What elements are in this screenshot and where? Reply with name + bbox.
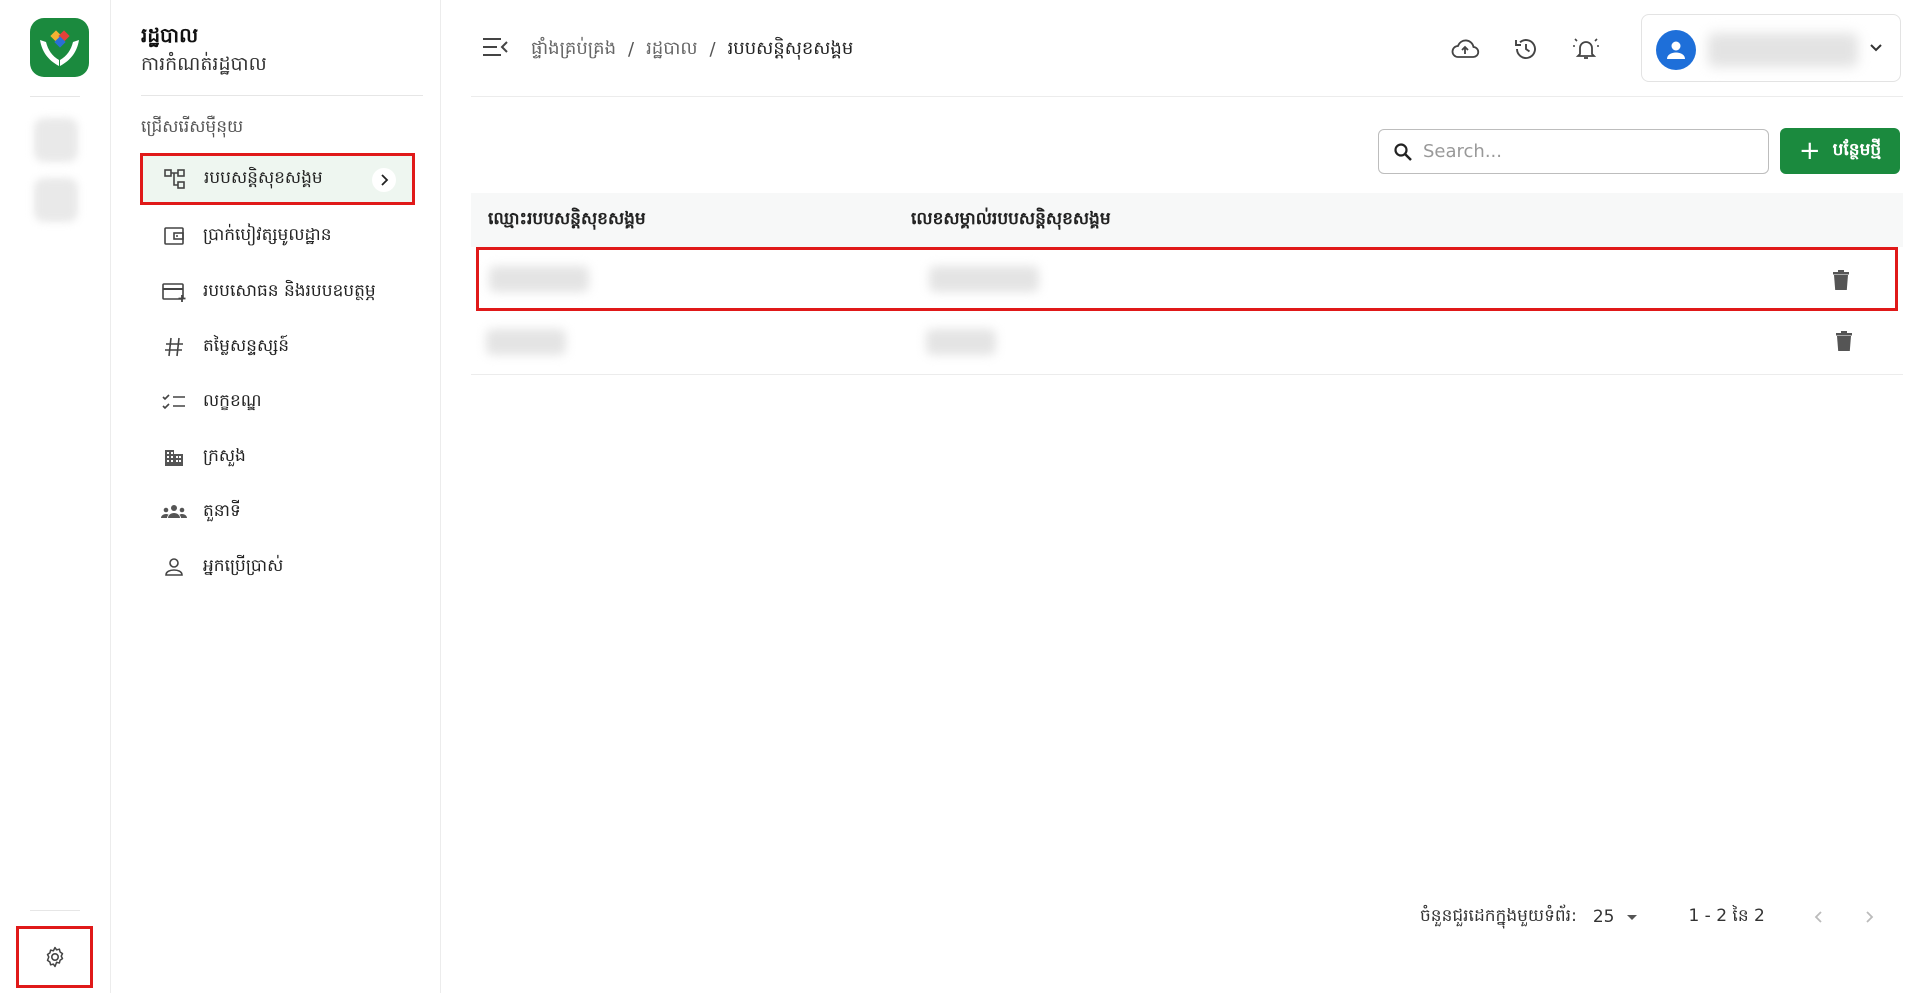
building-icon [159,442,189,472]
rail-divider [30,96,80,97]
sidebar-item-users[interactable]: អ្នកប្រើប្រាស់ [141,543,413,591]
side-navigation: រដ្ឋបាល ការកំណត់រដ្ឋបាល ជ្រើសរើសម៉ឺនុយ រ… [111,0,441,993]
app: រដ្ឋបាល ការកំណត់រដ្ឋបាល ជ្រើសរើសម៉ឺនុយ រ… [0,0,1920,993]
group-icon [159,497,189,527]
cloud-upload-icon [1451,39,1480,58]
chevron-right-icon [1866,911,1874,923]
trash-icon [1836,331,1852,351]
delete-button[interactable] [1832,270,1850,296]
notifications-button[interactable] [1569,32,1603,66]
top-header: ផ្ទាំងគ្រប់គ្រង / រដ្ឋបាល / របបសន្តិសុខស… [471,0,1903,97]
delete-button[interactable] [1835,331,1853,357]
sidebar-item-label: របបសោធន និងរបបឧបត្ថម្ភ [203,280,376,301]
wallet-icon [159,221,189,251]
breadcrumb-separator: / [628,39,635,60]
plus-icon: + [1798,136,1821,166]
data-table: ឈ្មោះរបបសន្តិសុខសង្គម លេខសម្គាល់របបសន្តិ… [471,193,1903,375]
sidebar-item-label: តួនាទី [203,500,241,521]
sidenav-section-label: ជ្រើសរើសម៉ឺនុយ [141,117,244,137]
avatar [1656,30,1696,70]
hash-icon [159,332,189,362]
table-header: ឈ្មោះរបបសន្តិសុខសង្គម លេខសម្គាល់របបសន្តិ… [471,193,1903,247]
sidebar-item-label: តម្លៃសន្ទស្សន៍ [203,335,289,356]
table-row[interactable] [476,247,1898,311]
cell-id-blurred [929,266,1039,292]
pagination: ចំនួនជួរដេកក្នុងមួយទំព័រ: 25 1 - 2 នៃ 2 [1420,902,1881,932]
add-new-label: បន្ថែមថ្មី [1832,139,1882,160]
caret-down-icon [1627,915,1638,920]
add-new-button[interactable]: + បន្ថែមថ្មី [1780,128,1900,174]
hands-logo-icon [40,30,79,66]
trash-icon [1833,270,1849,290]
cell-id-blurred [926,329,996,355]
app-logo[interactable] [30,18,89,77]
breadcrumb-dashboard[interactable]: ផ្ទាំងគ្រប់គ្រង [531,36,616,63]
person-icon [159,552,189,582]
history-icon [1515,39,1536,59]
checklist-icon [159,387,189,417]
sidebar-item-label: ប្រាក់បៀវត្សមូលដ្ឋាន [203,224,332,245]
user-menu[interactable] [1641,14,1901,82]
column-header-name[interactable]: ឈ្មោះរបបសន្តិសុខសង្គម [471,208,911,233]
column-header-id[interactable]: លេខសម្គាល់របបសន្តិសុខសង្គម [911,208,1611,233]
rail-app-icon-blurred[interactable] [34,178,78,222]
sidebar-item-ministry[interactable]: ក្រសួង [141,433,413,481]
settings-button[interactable] [16,926,93,988]
history-button[interactable] [1509,32,1543,66]
rows-per-page-value: 25 [1592,907,1615,927]
previous-page-button[interactable] [1807,905,1831,929]
app-rail [0,0,111,993]
breadcrumb: ផ្ទាំងគ្រប់គ្រង / រដ្ឋបាល / របបសន្តិសុខស… [531,36,853,63]
next-page-button[interactable] [1857,905,1881,929]
search-field[interactable] [1378,129,1769,174]
upload-button[interactable] [1448,32,1482,66]
rows-per-page-select[interactable]: 25 [1593,907,1641,927]
breadcrumb-separator: / [709,39,716,60]
sidebar-item-base-salary[interactable]: ប្រាក់បៀវត្សមូលដ្ឋាន [141,212,413,260]
sidenav-subtitle: ការកំណត់រដ្ឋបាល [141,53,267,75]
card-plus-icon [159,277,189,307]
hierarchy-icon [160,164,190,194]
sidenav-divider [141,95,423,96]
sidebar-item-index-value[interactable]: តម្លៃសន្ទស្សន៍ [141,323,413,371]
chevron-right-icon [372,168,396,192]
gear-icon [46,946,63,968]
sidebar-item-label: លក្ខខណ្ឌ [203,390,262,411]
sidebar-item-roles[interactable]: តួនាទី [141,488,413,536]
rows-per-page-label: ចំនួនជួរដេកក្នុងមួយទំព័រ: [1420,905,1577,926]
user-name-blurred [1708,33,1858,67]
cell-name-blurred [486,329,566,355]
search-input[interactable] [1423,141,1743,162]
bell-alert-icon [1573,38,1599,59]
breadcrumb-administration[interactable]: រដ្ឋបាល [646,36,697,63]
cell-name-blurred [489,266,589,292]
page-range: 1 - 2 នៃ 2 [1688,905,1765,926]
sidebar-item-label: អ្នកប្រើប្រាស់ [203,555,284,576]
rail-app-icon-blurred[interactable] [34,118,78,162]
chevron-left-icon [1814,911,1822,923]
menu-collapse-button[interactable] [481,34,509,60]
search-icon [1393,142,1413,167]
menu-collapse-icon [483,38,508,56]
sidebar-item-pension[interactable]: របបសោធន និងរបបឧបត្ថម្ភ [141,268,413,316]
sidebar-item-label: ក្រសួង [203,445,246,466]
sidenav-title: រដ្ឋបាល [141,23,199,47]
chevron-down-icon [1868,39,1884,59]
sidebar-item-social-security[interactable]: របបសន្តិសុខសង្គម [140,153,415,205]
sidebar-item-label: របបសន្តិសុខសង្គម [204,167,323,188]
rail-divider [30,910,80,911]
sidebar-item-conditions[interactable]: លក្ខខណ្ឌ [141,378,413,426]
user-avatar-icon [1667,41,1685,59]
breadcrumb-current: របបសន្តិសុខសង្គម [727,38,854,59]
table-row[interactable] [471,311,1903,375]
